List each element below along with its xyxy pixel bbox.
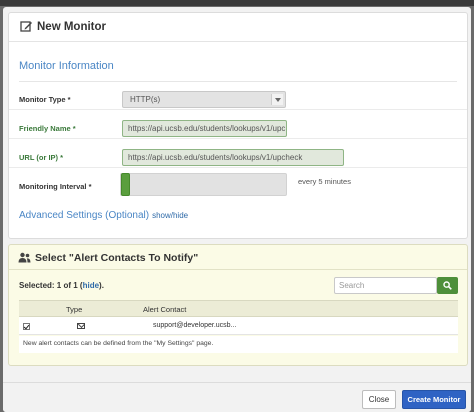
advanced-settings-title: Advanced Settings (Optional) [19, 210, 150, 221]
alert-contact-value: support@developer.ucsb... [153, 322, 237, 329]
users-icon [18, 252, 31, 263]
edit-icon [20, 21, 32, 32]
monitor-type-row: Monitor Type * HTTP(s) [9, 81, 467, 110]
interval-row: Monitoring Interval * every 5 minutes [9, 168, 467, 197]
friendly-name-input[interactable]: https://api.ucsb.edu/students/lookups/v1… [122, 120, 287, 137]
monitor-panel: New Monitor Monitor Information Monitor … [8, 12, 468, 239]
column-alert-contact: Alert Contact [143, 305, 187, 314]
slider-handle[interactable] [121, 173, 130, 196]
selected-suffix: ). [99, 281, 104, 290]
table-row: support@developer.ucsb... [19, 317, 458, 335]
alert-panel-header: Select "Alert Contacts To Notify" [9, 245, 467, 270]
url-row: URL (or IP) * https://api.ucsb.edu/stude… [9, 139, 467, 168]
show-hide-link[interactable]: show/hide [152, 211, 188, 220]
table-note: New alert contacts can be defined from t… [19, 336, 458, 353]
search-input[interactable]: Search [334, 277, 437, 294]
mail-icon [77, 323, 85, 329]
interval-note: every 5 minutes [298, 177, 351, 186]
url-label: URL (or IP) * [19, 153, 64, 162]
contact-checkbox[interactable] [23, 323, 30, 330]
modal-title: New Monitor [37, 21, 106, 33]
table-header: Type Alert Contact [19, 300, 458, 317]
create-monitor-button[interactable]: Create Monitor [402, 390, 466, 409]
friendly-name-value: https://api.ucsb.edu/students/lookups/v1… [128, 124, 286, 133]
alert-contacts-panel: Select "Alert Contacts To Notify" Select… [8, 244, 468, 366]
selected-prefix: Selected: 1 of 1 ( [19, 281, 83, 290]
alert-note: New alert contacts can be defined from t… [23, 340, 214, 347]
chevron-down-icon [271, 94, 283, 105]
top-bar [0, 0, 474, 6]
column-type: Type [66, 305, 83, 314]
monitor-type-select[interactable]: HTTP(s) [122, 91, 286, 108]
friendly-name-label: Friendly Name * [19, 124, 76, 133]
monitor-type-label: Monitor Type * [19, 95, 71, 104]
selected-count: Selected: 1 of 1 (hide). [19, 281, 104, 290]
search-button[interactable] [437, 277, 458, 294]
url-value: https://api.ucsb.edu/students/lookups/v1… [128, 153, 303, 162]
panel-header: New Monitor [9, 13, 467, 42]
url-input[interactable]: https://api.ucsb.edu/students/lookups/v1… [122, 149, 344, 166]
interval-slider[interactable] [120, 173, 287, 196]
search-placeholder: Search [339, 281, 365, 290]
new-monitor-modal: New Monitor Monitor Information Monitor … [3, 7, 471, 412]
close-button[interactable]: Close [362, 390, 396, 409]
section-title: Monitor Information [19, 60, 114, 72]
advanced-settings: Advanced Settings (Optional) show/hide [19, 210, 188, 221]
modal-footer: Close Create Monitor [3, 382, 471, 412]
hide-link[interactable]: hide [83, 281, 99, 290]
interval-label: Monitoring Interval * [19, 182, 92, 191]
friendly-name-row: Friendly Name * https://api.ucsb.edu/stu… [9, 110, 467, 139]
monitor-type-value: HTTP(s) [130, 95, 161, 104]
search-icon [443, 281, 452, 290]
alert-panel-title: Select "Alert Contacts To Notify" [35, 252, 199, 264]
